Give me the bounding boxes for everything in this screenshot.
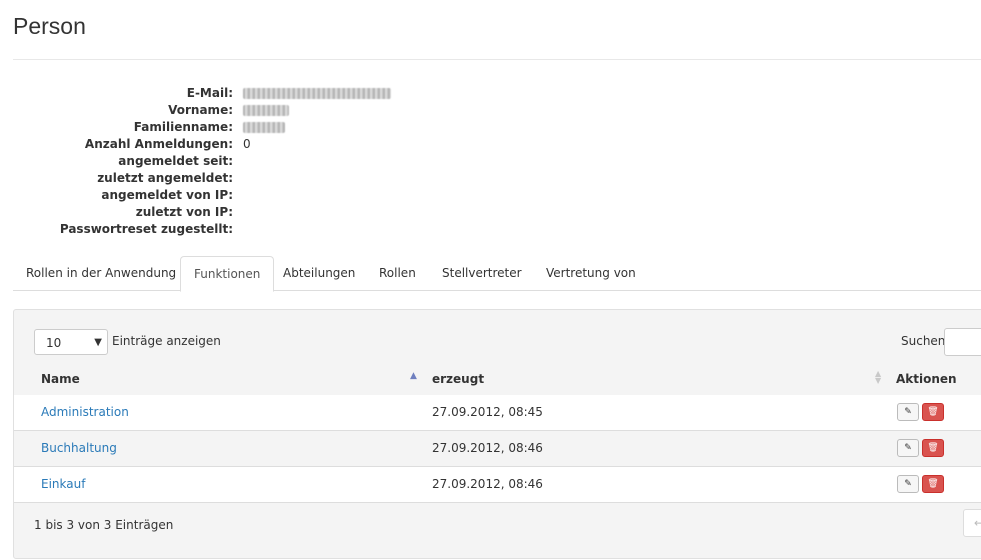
sort-both-icon[interactable]: ▲ ▼ <box>875 370 881 385</box>
row-name: Einkauf <box>41 467 85 502</box>
row-created: 27.09.2012, 08:46 <box>432 477 543 491</box>
arrow-left-icon: ← <box>974 516 981 530</box>
detail-label-email: E-Mail: <box>186 86 233 100</box>
trash-icon: 🗑 <box>927 443 939 453</box>
detail-label-logged-in-since: angemeldet seit: <box>118 154 233 168</box>
pagination-previous-button[interactable]: ← <box>963 509 981 537</box>
tab-departments[interactable]: Abteilungen <box>270 256 368 290</box>
page-title: Person <box>13 13 86 39</box>
row-name-link[interactable]: Einkauf <box>41 477 85 491</box>
functions-panel: 10 ▼ Einträge anzeigen Suchen Name ▲ erz… <box>13 309 981 559</box>
delete-button[interactable]: 🗑 <box>922 403 944 421</box>
row-name: Buchhaltung <box>41 431 117 466</box>
row-name-link[interactable]: Administration <box>41 405 129 419</box>
edit-button[interactable]: ✎ <box>897 403 919 421</box>
page-length-select[interactable]: 10 ▼ <box>34 329 108 355</box>
search-input[interactable] <box>944 328 981 356</box>
redacted-value <box>243 122 285 133</box>
delete-button[interactable]: 🗑 <box>922 475 944 493</box>
column-header-name[interactable]: Name <box>41 362 80 396</box>
title-divider <box>13 59 981 60</box>
detail-value-login-count: 0 <box>243 137 251 151</box>
detail-label-last-login: zuletzt angemeldet: <box>97 171 233 185</box>
edit-icon: ✎ <box>904 479 912 489</box>
detail-label-last-ip: zuletzt von IP: <box>135 205 233 219</box>
row-name: Administration <box>41 395 129 430</box>
table-header: Name ▲ erzeugt ▲ ▼ Aktionen <box>14 362 981 397</box>
row-created: 27.09.2012, 08:45 <box>432 405 543 419</box>
sort-asc-icon[interactable]: ▲ <box>410 371 417 381</box>
tab-deputies[interactable]: Stellvertreter <box>429 256 535 290</box>
row-created: 27.09.2012, 08:46 <box>432 441 543 455</box>
page-length-label: Einträge anzeigen <box>112 334 221 348</box>
detail-label-lastname: Familienname: <box>133 120 233 134</box>
table-info: 1 bis 3 von 3 Einträgen <box>34 518 174 532</box>
edit-icon: ✎ <box>904 443 912 453</box>
trash-icon: 🗑 <box>927 407 939 417</box>
tab-bar: Rollen in der Anwendung Funktionen Abtei… <box>13 256 981 292</box>
detail-label-login-count: Anzahl Anmeldungen: <box>84 137 233 151</box>
page-length-value: 10 <box>46 336 62 350</box>
table-row: Einkauf 27.09.2012, 08:46 ✎ 🗑 <box>14 467 981 503</box>
redacted-value <box>243 105 289 116</box>
column-header-created[interactable]: erzeugt <box>432 362 484 396</box>
detail-label-password-reset: Passwortreset zugestellt: <box>59 222 233 236</box>
tab-functions[interactable]: Funktionen <box>180 256 275 292</box>
tab-representing[interactable]: Vertretung von <box>533 256 649 290</box>
edit-button[interactable]: ✎ <box>897 475 919 493</box>
edit-button[interactable]: ✎ <box>897 439 919 457</box>
delete-button[interactable]: 🗑 <box>922 439 944 457</box>
search-label: Suchen <box>901 334 946 348</box>
redacted-value <box>243 88 391 99</box>
row-name-link[interactable]: Buchhaltung <box>41 441 117 455</box>
trash-icon: 🗑 <box>927 479 939 489</box>
table-row: Administration 27.09.2012, 08:45 ✎ 🗑 <box>14 395 981 431</box>
caret-down-icon: ▼ <box>94 337 102 348</box>
edit-icon: ✎ <box>904 407 912 417</box>
detail-label-login-ip: angemeldet von IP: <box>101 188 233 202</box>
detail-label-firstname: Vorname: <box>168 103 233 117</box>
tab-roles-in-application[interactable]: Rollen in der Anwendung <box>13 256 189 290</box>
table-row: Buchhaltung 27.09.2012, 08:46 ✎ 🗑 <box>14 431 981 467</box>
tab-roles[interactable]: Rollen <box>366 256 429 290</box>
column-header-actions: Aktionen <box>896 372 957 386</box>
